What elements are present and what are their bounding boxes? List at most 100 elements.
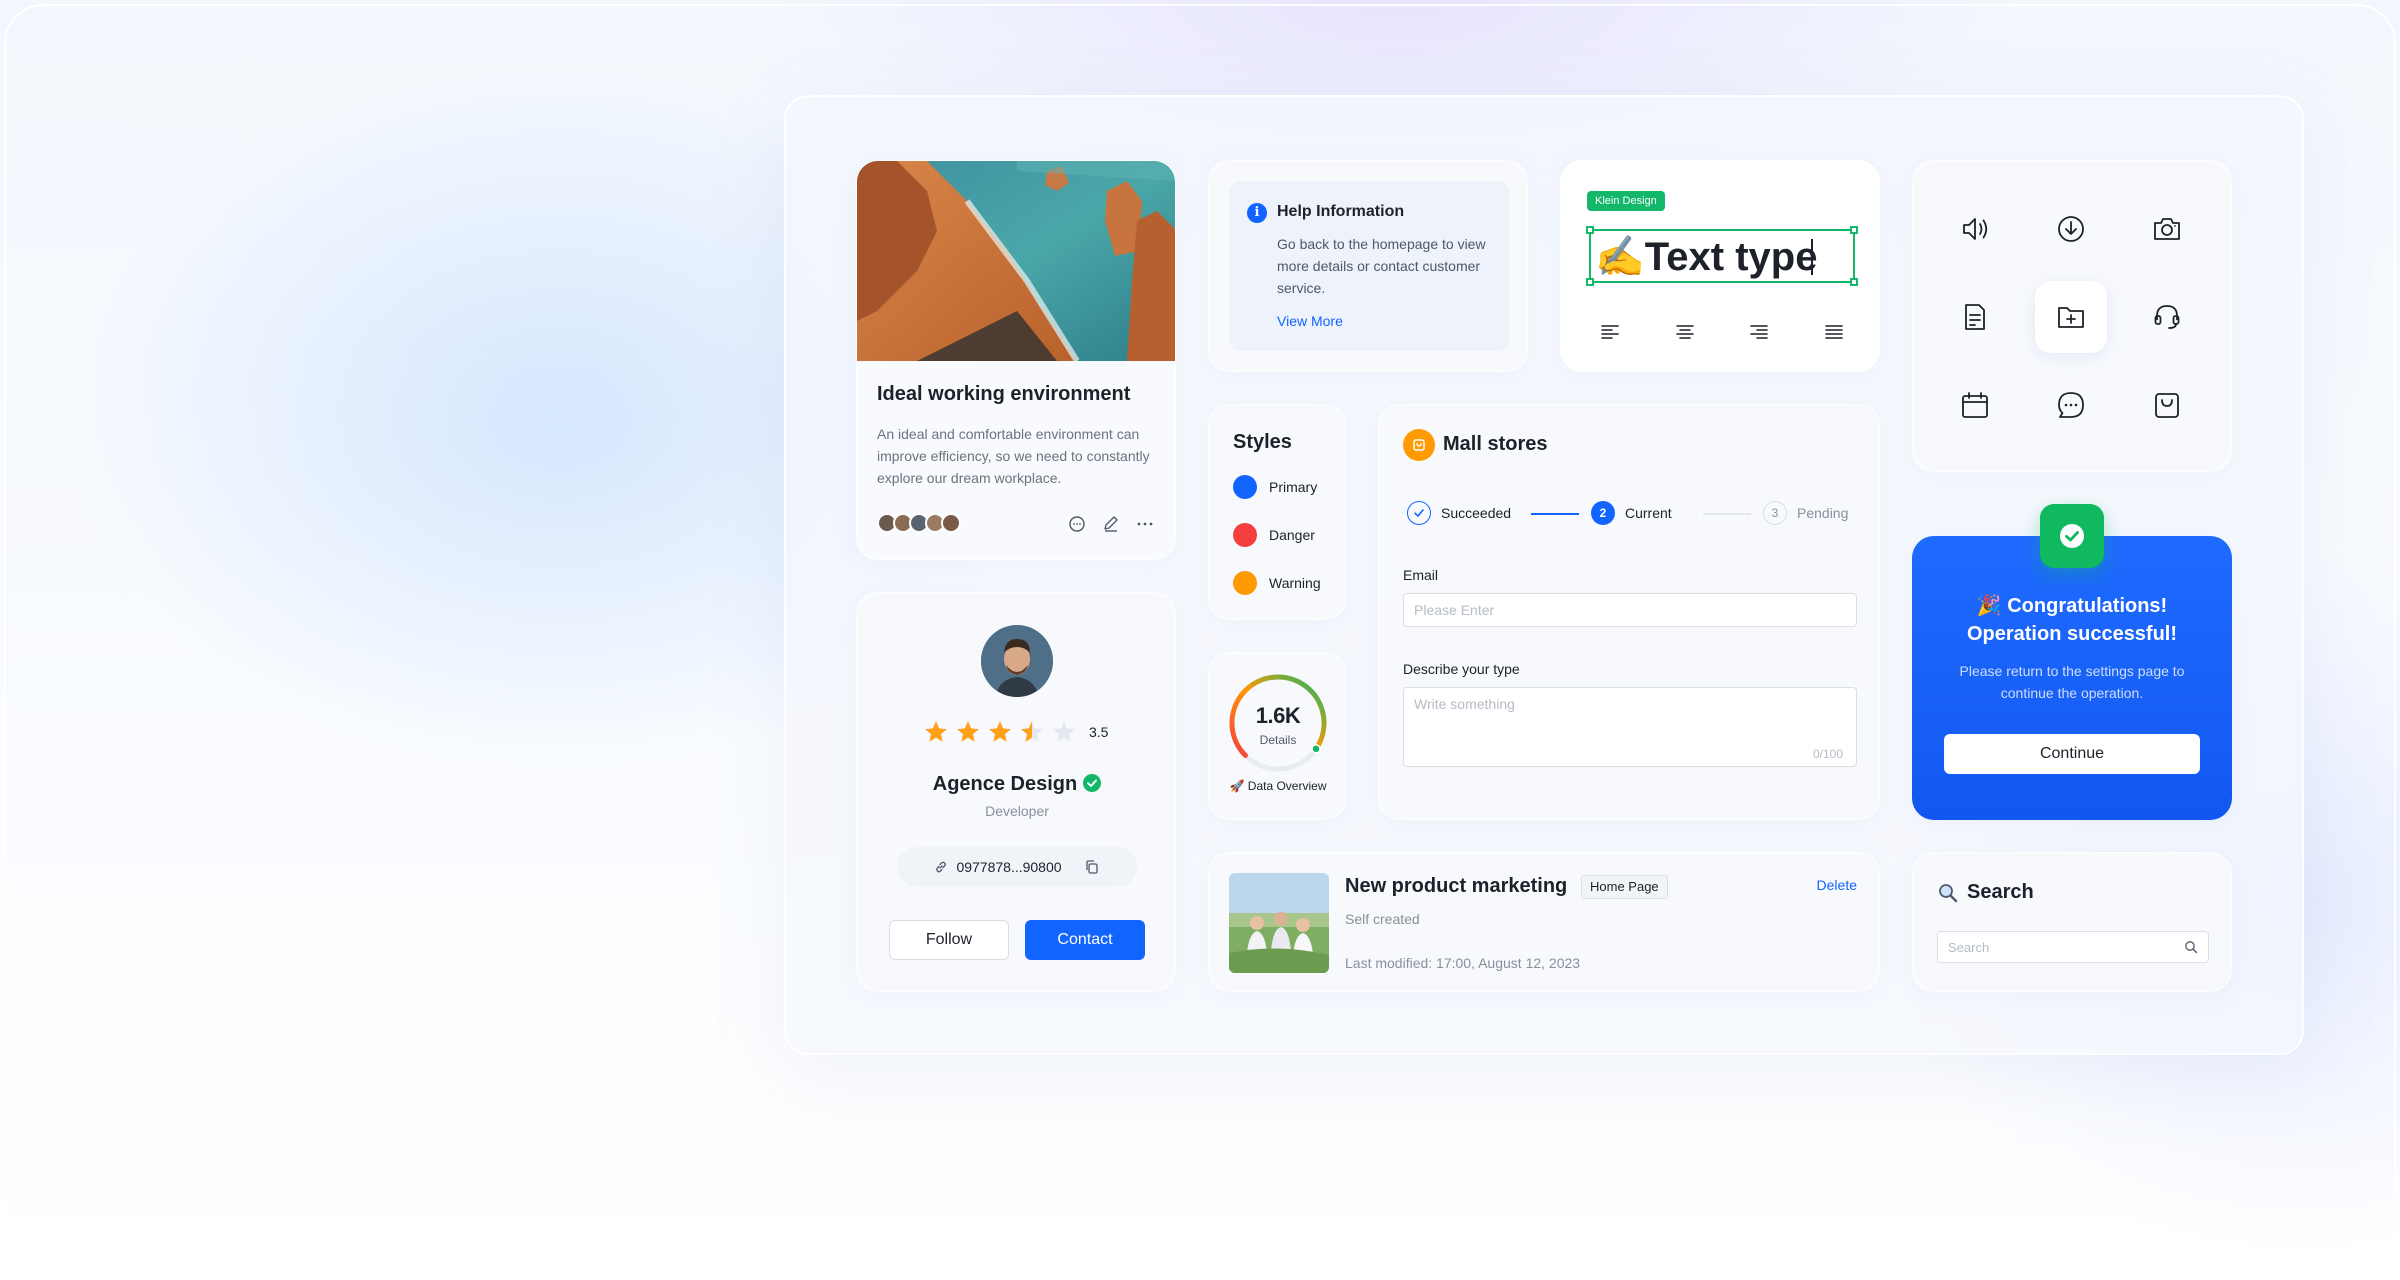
avatar-group[interactable] [877,513,961,533]
gauge-label: Details [1259,733,1297,747]
step-current[interactable]: 2 Current [1591,501,1672,525]
char-counter: 0/100 [1812,747,1843,761]
color-swatch [1233,475,1257,499]
color-swatch [1233,571,1257,595]
describe-textarea[interactable] [1403,687,1857,767]
gauge-value: 1.6K [1255,703,1301,728]
search-heading: Search [1937,881,2034,904]
info-icon: i [1247,203,1267,223]
calendar-icon[interactable] [1939,369,2011,441]
product-list-item[interactable]: New product marketing Home Page Self cre… [1208,852,1880,992]
search-icon[interactable] [2184,940,2198,954]
delete-link[interactable]: Delete [1817,877,1857,893]
step-succeeded[interactable]: Succeeded [1407,501,1511,525]
resize-handle[interactable] [1850,278,1858,286]
email-field[interactable] [1403,593,1857,627]
image-card-description: An ideal and comfortable environment can… [877,426,1150,486]
message-icon[interactable] [2035,369,2107,441]
search-box[interactable] [1937,931,2209,963]
style-option-primary[interactable]: Primary [1233,475,1317,499]
volume-icon[interactable] [1939,193,2011,265]
editable-text[interactable]: ✍️Text type [1595,235,1817,279]
image-card[interactable]: Ideal working environment An ideal and c… [856,160,1176,560]
align-justify-icon[interactable] [1823,321,1845,343]
search-icon [1939,883,1958,902]
help-alert: i Help Information Go back to the homepa… [1229,181,1509,351]
headset-icon[interactable] [2131,281,2203,353]
search-title: Search [1967,881,2034,903]
profile-name-text: Agence Design [932,773,1078,795]
help-title: Help Information [1277,203,1405,220]
star-icon[interactable] [955,719,981,745]
edit-icon[interactable] [1101,514,1121,534]
search-card: Search [1912,852,2232,992]
follow-button[interactable]: Follow [889,920,1009,960]
step-number: 3 [1763,501,1787,525]
text-selection-box[interactable]: ✍️Text type [1586,226,1858,286]
continue-button[interactable]: Continue [1944,734,2200,774]
data-overview-card[interactable]: 1.6K Details 🚀 Data Overview [1208,652,1346,820]
verified-icon [1083,774,1102,792]
success-title-line2: Operation successful! [1966,623,2178,645]
styles-title: Styles [1233,431,1292,453]
step-label: Current [1625,505,1672,521]
coastline-photo [857,161,1175,361]
step-pending[interactable]: 3 Pending [1763,501,1848,525]
product-thumbnail [1229,873,1329,973]
text-type-card: Klein Design ✍️Text type [1560,160,1880,372]
data-overview-link[interactable]: 🚀 Data Overview [1209,779,1347,793]
color-swatch [1233,523,1257,547]
star-icon[interactable] [987,719,1013,745]
layer-name-tag: Klein Design [1587,191,1665,211]
step-label: Pending [1797,505,1849,521]
comment-icon[interactable] [1067,514,1087,534]
page-tag: Home Page [1581,875,1668,899]
avatar[interactable] [941,513,961,533]
resize-handle[interactable] [1586,226,1594,234]
document-icon[interactable] [1939,281,2011,353]
success-message: Please return to the settings page to co… [1959,663,2185,701]
rating-value: 3.5 [1089,724,1109,740]
last-modified: Last modified: 17:00, August 12, 2023 [1345,955,1581,971]
describe-label: Describe your type [1403,661,1520,677]
style-label: Primary [1269,479,1318,495]
align-right-icon[interactable] [1748,321,1770,343]
download-icon[interactable] [2035,193,2107,265]
view-more-link[interactable]: View More [1277,313,1343,329]
image-card-title: Ideal working environment [877,383,1131,405]
contact-button[interactable]: Contact [1025,920,1145,960]
profile-card: 3.5 Agence Design Developer 0977878...90… [856,592,1176,992]
email-label: Email [1403,567,1439,583]
step-connector [1531,513,1579,515]
align-left-icon[interactable] [1599,321,1621,343]
profile-name: Agence Design [857,773,1177,796]
style-label: Warning [1269,575,1321,591]
align-center-icon[interactable] [1674,321,1696,343]
product-name[interactable]: New product marketing [1345,875,1567,898]
icon-grid-card [1912,160,2232,472]
styles-card: Styles Primary Danger Warning [1208,404,1346,620]
star-icon[interactable] [923,719,949,745]
search-input[interactable] [1938,932,2174,962]
style-label: Danger [1269,527,1315,543]
text-caret [1811,239,1813,275]
half-star-icon[interactable] [1019,719,1045,745]
link-icon [936,861,947,873]
folder-add-icon[interactable] [2035,281,2107,353]
bag-icon[interactable] [2131,369,2203,441]
resize-handle[interactable] [1586,278,1594,286]
profile-avatar[interactable] [981,625,1053,697]
help-body: Go back to the homepage to view more det… [1277,236,1486,296]
empty-star-icon[interactable] [1051,719,1077,745]
camera-icon[interactable] [2131,193,2203,265]
rating-stars[interactable]: 3.5 [923,719,1108,745]
success-title-line1: 🎉 Congratulations! [1976,595,2168,617]
style-option-warning[interactable]: Warning [1233,571,1321,595]
style-option-danger[interactable]: Danger [1233,523,1315,547]
mall-stores-form: Mall stores Succeeded 2 Current 3 Pendin… [1378,404,1880,820]
copy-icon[interactable] [1084,859,1100,875]
product-subtitle: Self created [1345,911,1420,927]
more-icon[interactable] [1135,514,1155,534]
resize-handle[interactable] [1850,226,1858,234]
mall-title: Mall stores [1443,433,1548,455]
